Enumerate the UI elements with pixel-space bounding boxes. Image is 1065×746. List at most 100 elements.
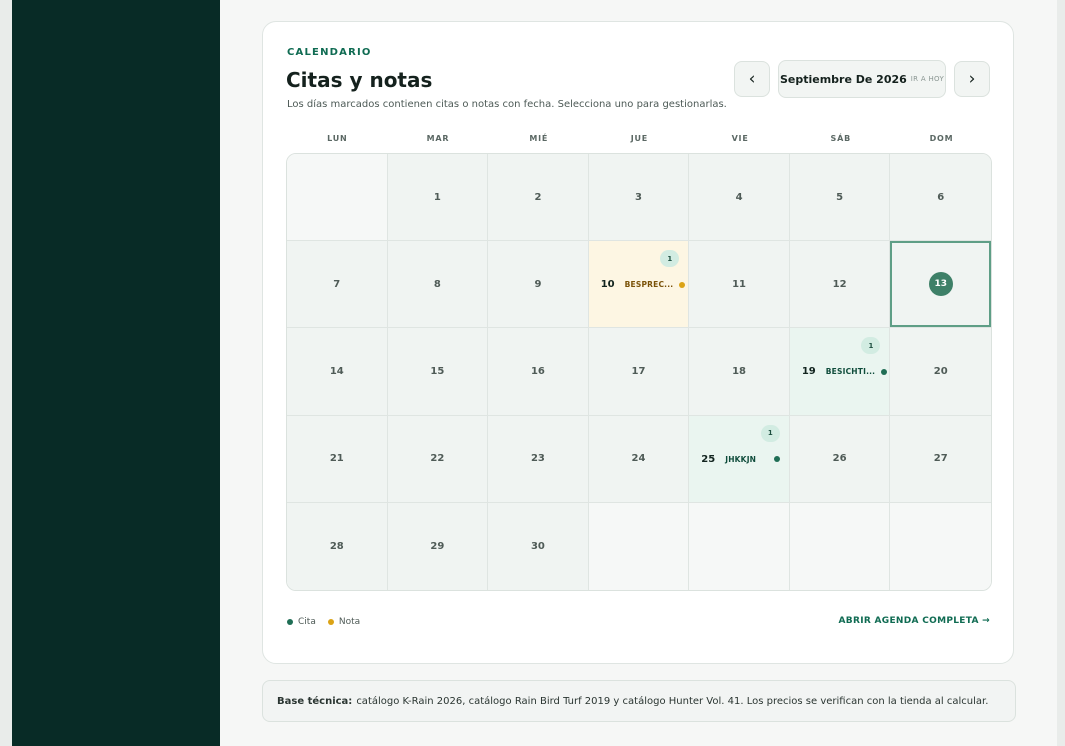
calendar-day[interactable]: 15 [387,328,489,416]
appointment-dot-icon [773,456,780,463]
calendar-day[interactable]: 24 [588,415,690,503]
day-number: 8 [433,278,441,290]
page-edge [1057,0,1065,746]
go-to-today-link[interactable]: IR A HOY [911,75,944,83]
day-number: 22 [430,453,445,465]
calendar-day[interactable]: 11 [689,241,790,329]
day-number: 21 [329,453,344,465]
weekday-label: SÁB [830,134,851,143]
calendar-day[interactable]: 26 [789,415,891,503]
event-count-badge: 1 [861,337,881,355]
calendar-day[interactable]: 17 [588,328,690,416]
day-number: 6 [937,191,945,203]
calendar-day[interactable]: 30 [488,502,589,590]
calendar-empty-cell [890,502,991,590]
prev-month-button[interactable]: ‹ [734,61,770,97]
day-number: 19 [801,366,816,378]
note-dot-icon [327,619,334,625]
calendar-day[interactable]: 9 [488,241,589,329]
appointment-dot-icon [881,368,888,375]
calendar-empty-cell [789,502,891,590]
event-title: BESICHTI... [825,367,876,377]
section-eyebrow: CALENDARIO [287,47,372,58]
calendar-day-with-note[interactable]: 1 10 BESPREC... [588,241,690,329]
technical-basis-note: Base técnica: catálogo K-Rain 2026, catá… [262,680,1016,722]
day-number: 15 [430,365,445,377]
chevron-right-icon: › [968,69,976,89]
event-count-badge: 1 [760,424,780,442]
calendar-day[interactable]: 1 [387,154,489,242]
day-number: 23 [530,453,545,465]
calendar-day[interactable]: 4 [689,154,790,242]
chevron-left-icon: ‹ [748,69,756,89]
calendar-empty-cell [287,154,388,242]
day-number: 10 [600,279,615,291]
calendar-day[interactable]: 28 [287,502,388,590]
calendar-day[interactable]: 16 [488,328,589,416]
appointment-dot-icon [287,619,293,625]
calendar-day-with-appointment[interactable]: 1 25 JHKKJN [689,415,790,503]
calendar-day[interactable]: 2 [488,154,589,242]
legend-note: Nota [327,617,361,627]
day-number: 26 [832,453,847,465]
weekday-label: VIE [731,134,749,143]
day-number: 17 [631,365,646,377]
event-row: 19 BESICHTI... [801,366,888,378]
legend-appointment: Cita [287,617,316,627]
note-dot-icon [679,281,686,288]
day-number: 28 [329,540,344,552]
weekday-label: JUE [630,134,649,143]
calendar-day[interactable]: 14 [287,328,388,416]
calendar-day[interactable]: 22 [387,415,489,503]
weekday-label: LUN [327,134,348,143]
day-number: 27 [933,453,948,465]
day-number: 4 [735,191,743,203]
calendar-day[interactable]: 18 [689,328,790,416]
calendar-day[interactable]: 21 [287,415,388,503]
day-number: 30 [530,540,545,552]
calendar-empty-cell [689,502,790,590]
calendar-empty-cell [588,502,690,590]
page-title: Citas y notas [286,68,433,92]
weekday-label: MIÉ [529,134,549,143]
month-selector: Septiembre De 2026 IR A HOY [778,60,946,98]
page-subtitle: Los días marcados contienen citas o nota… [287,99,727,110]
day-number: 11 [732,278,747,290]
day-number: 12 [832,278,847,290]
calendar-day-today[interactable]: 13 [890,241,991,329]
calendar-day-with-appointment[interactable]: 1 19 BESICHTI... [789,328,891,416]
legend-appointment-label: Cita [298,617,316,627]
weekday-label: MAR [426,134,450,143]
day-number: 18 [732,365,747,377]
legend-note-label: Nota [338,617,361,627]
calendar-day[interactable]: 5 [789,154,891,242]
calendar-day[interactable]: 27 [890,415,991,503]
calendar-day[interactable]: 23 [488,415,589,503]
day-number: 1 [433,191,441,203]
technical-basis-text: catálogo K-Rain 2026, catálogo Rain Bird… [356,695,989,707]
day-number: 16 [530,365,545,377]
day-number: 29 [430,540,445,552]
calendar-day[interactable]: 6 [890,154,991,242]
open-agenda-link[interactable]: ABRIR AGENDA COMPLETA → [839,616,990,626]
calendar-day[interactable]: 12 [789,241,891,329]
main-content: CALENDARIO Citas y notas Los días marcad… [220,0,1057,746]
next-month-button[interactable]: › [954,61,990,97]
calendar-day[interactable]: 20 [890,328,991,416]
day-number: 24 [631,453,646,465]
weekday-label: DOM [929,134,954,143]
day-number: 7 [333,278,341,290]
calendar-day[interactable]: 3 [588,154,690,242]
calendar-day[interactable]: 8 [387,241,489,329]
calendar-card: CALENDARIO Citas y notas Los días marcad… [262,21,1014,664]
today-day-number: 13 [928,272,953,297]
day-number: 25 [701,453,716,465]
calendar-day[interactable]: 29 [387,502,489,590]
day-number: 9 [534,278,542,290]
weekday-header: LUN MAR MIÉ JUE VIE SÁB DOM [287,134,992,146]
technical-basis-label: Base técnica: [277,695,353,707]
calendar-day[interactable]: 7 [287,241,388,329]
event-row: 10 BESPREC... [600,279,686,291]
day-number: 3 [635,191,642,203]
calendar-grid: 1 2 3 4 5 6 7 8 9 1 10 BESPREC... 11 12 13 14 15 16 17 18 1 1… [286,153,992,591]
